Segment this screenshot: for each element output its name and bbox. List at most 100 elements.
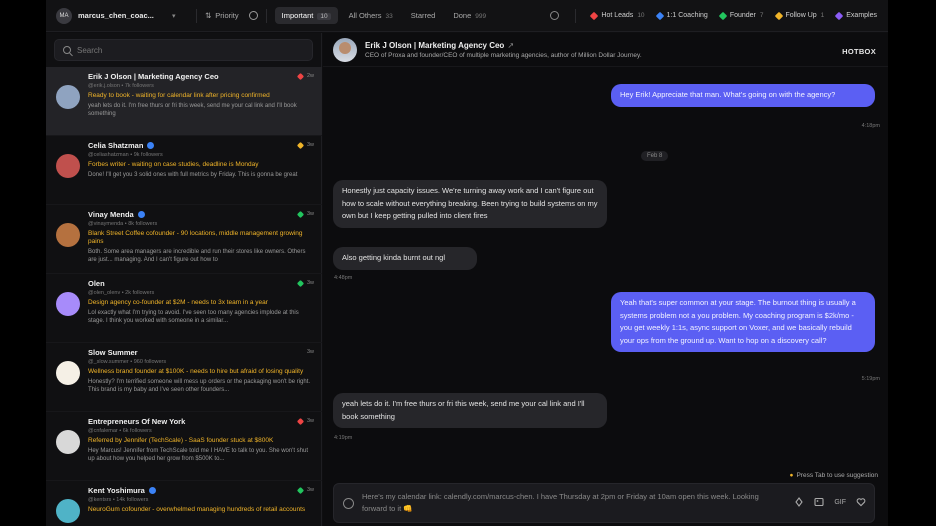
tag-icon bbox=[774, 11, 783, 20]
conversation-item[interactable]: Celia Shatzman @celiashatzman • 9k follow… bbox=[46, 136, 322, 205]
conversation-name: Kent Yoshimura bbox=[88, 486, 145, 495]
tab-done[interactable]: Done 999 bbox=[446, 7, 493, 24]
search-box[interactable] bbox=[54, 39, 313, 61]
label-hot-leads[interactable]: Hot Leads 10 bbox=[586, 11, 649, 20]
label-follow-up[interactable]: Follow Up 1 bbox=[771, 11, 830, 20]
conversation-name: Celia Shatzman bbox=[88, 141, 144, 150]
message-bubble-outgoing: Hey Erik! Appreciate that man. What's go… bbox=[611, 84, 875, 107]
conversation-meta: @_slow.summer • 960 followers bbox=[88, 359, 167, 365]
conversation-name-row: Kent Yoshimura bbox=[88, 486, 314, 495]
tab-important[interactable]: Important 10 bbox=[274, 7, 338, 24]
priority-label: Priority bbox=[215, 11, 239, 20]
conversation-time: 3w bbox=[306, 211, 314, 217]
message-bubble-incoming: Also getting kinda burnt out ngl bbox=[333, 247, 477, 270]
contact-avatar bbox=[56, 223, 80, 247]
message-input[interactable]: Here's my calendar link: calendly.com/ma… bbox=[362, 491, 774, 519]
conversation-name: Vinay Menda bbox=[88, 210, 134, 219]
contact-bio: CEO of Proxa and founder/CEO of multiple… bbox=[365, 51, 642, 59]
suggestion-hint: ● Press Tab to use suggestion bbox=[790, 472, 878, 479]
conversation-item[interactable]: Erik J Olson | Marketing Agency Ceo @erik… bbox=[46, 67, 322, 136]
conversation-name-row: Erik J Olson | Marketing Agency Ceo bbox=[88, 72, 314, 81]
conversation-time: 3w bbox=[306, 142, 314, 148]
label-flag-icon bbox=[296, 210, 305, 218]
date-divider: Feb 8 bbox=[641, 151, 669, 161]
message-bubble-incoming: Honestly just capacity issues. We're tur… bbox=[333, 180, 607, 228]
external-link-icon[interactable]: ↗ bbox=[507, 41, 514, 50]
conversation-status: 3w bbox=[296, 141, 314, 149]
account-avatar: MA bbox=[56, 7, 72, 24]
image-icon[interactable] bbox=[814, 497, 824, 507]
conversation-summary: Wellness brand founder at $100K - needs … bbox=[88, 368, 304, 375]
conversation-preview: Done! I'll get you 3 solid ones with ful… bbox=[88, 172, 298, 178]
divider bbox=[196, 8, 197, 23]
conversation-name-row: Celia Shatzman bbox=[88, 141, 314, 150]
tab-label: Important bbox=[281, 11, 314, 20]
gif-button[interactable]: GIF bbox=[834, 499, 846, 506]
priority-filter[interactable]: ⇅ Priority bbox=[205, 11, 239, 20]
label-examples[interactable]: Examples bbox=[831, 11, 882, 20]
voice-icon[interactable] bbox=[794, 497, 804, 507]
conversation-item[interactable]: Olen @olen_olenv • 2k followers Design age… bbox=[46, 274, 322, 343]
conversation-time: 3w bbox=[306, 280, 314, 286]
conversation-name-row: Vinay Menda bbox=[88, 210, 314, 219]
label-filters: Hot Leads 10 1:1 Coaching Founder 7 Follow… bbox=[550, 8, 882, 23]
conversation-name-row: Entrepreneurs Of New York bbox=[88, 417, 314, 426]
conversation-name-row: Olen bbox=[88, 279, 314, 288]
tab-count: 999 bbox=[475, 13, 487, 20]
label-flag-icon bbox=[296, 417, 305, 425]
message-timestamp: 4:48pm bbox=[334, 275, 353, 281]
label-founder[interactable]: Founder 7 bbox=[715, 11, 769, 20]
suggestion-hint-text: Press Tab to use suggestion bbox=[796, 472, 878, 479]
conversation-time: 3w bbox=[306, 349, 314, 355]
label-text: Follow Up bbox=[785, 12, 817, 19]
heart-icon[interactable] bbox=[856, 497, 866, 507]
contact-name: Erik J Olson | Marketing Agency Ceo bbox=[365, 40, 505, 50]
tab-all-others[interactable]: All Others 33 bbox=[342, 7, 400, 24]
tab-starred[interactable]: Starred bbox=[404, 7, 443, 24]
contact-avatar[interactable] bbox=[333, 37, 357, 62]
tag-icon bbox=[655, 11, 664, 20]
label-flag-icon bbox=[296, 141, 305, 149]
tag-icon bbox=[835, 11, 844, 20]
label-count: 7 bbox=[759, 12, 764, 19]
conversation-status: 3w bbox=[296, 210, 314, 218]
conversation-list: Erik J Olson | Marketing Agency Ceo @erik… bbox=[46, 67, 322, 526]
label-1-1-coaching[interactable]: 1:1 Coaching bbox=[652, 11, 713, 20]
conversation-meta: @vinaymenda • 8k followers bbox=[88, 221, 158, 227]
message-timestamp: 5:19pm bbox=[861, 376, 880, 382]
verified-badge-icon bbox=[147, 142, 155, 149]
conversation-time: 3w bbox=[306, 487, 314, 493]
conversation-status: 2w bbox=[296, 72, 314, 80]
tab-label: Done bbox=[453, 11, 472, 20]
conversation-preview: Honestly? I'm terrified someone will mes… bbox=[88, 379, 311, 393]
refresh-icon[interactable] bbox=[550, 11, 560, 20]
chat-header: Erik J Olson | Marketing Agency Ceo ↗ CEO… bbox=[323, 33, 888, 67]
conversation-item[interactable]: Entrepreneurs Of New York @cnfalemar • 6k… bbox=[46, 412, 322, 481]
contact-avatar bbox=[56, 499, 80, 523]
message-timestamp: 4:19pm bbox=[334, 435, 353, 441]
bulb-icon: ● bbox=[789, 472, 794, 479]
account-name: marcus_chen_coac... bbox=[78, 11, 154, 20]
contact-name-row[interactable]: Erik J Olson | Marketing Agency Ceo ↗ bbox=[365, 41, 642, 50]
emoji-icon[interactable] bbox=[343, 498, 354, 509]
divider bbox=[265, 8, 267, 23]
conversation-item[interactable]: Vinay Menda @vinaymenda • 8k followers Bla… bbox=[46, 205, 322, 274]
label-count: 10 bbox=[637, 12, 645, 19]
search-input[interactable] bbox=[77, 45, 297, 55]
tab-count: 33 bbox=[385, 13, 393, 20]
conversation-name: Erik J Olson | Marketing Agency Ceo bbox=[88, 72, 219, 81]
conversation-item[interactable]: Slow Summer @_slow.summer • 960 followers… bbox=[46, 343, 322, 412]
account-switcher[interactable]: MA marcus_chen_coac... ▾ bbox=[56, 7, 188, 24]
conversation-preview: Both. Some area managers are incredible … bbox=[88, 249, 306, 263]
contact-avatar bbox=[56, 85, 80, 109]
clock-icon[interactable] bbox=[248, 11, 258, 20]
app-window: MA marcus_chen_coac... ▾ ⇅ Priority Impo… bbox=[46, 0, 888, 526]
sort-icon: ⇅ bbox=[205, 11, 212, 20]
search-icon bbox=[63, 46, 71, 54]
conversation-item[interactable]: Kent Yoshimura @kentsrs • 14k followers Ne… bbox=[46, 481, 322, 526]
conversation-preview: yeah lets do it. I'm free thurs or fri t… bbox=[88, 103, 297, 117]
conversation-name: Olen bbox=[88, 279, 105, 288]
conversation-preview: Lol exactly what I'm trying to avoid. I'… bbox=[88, 310, 299, 324]
conversation-meta: @erik.j.olson • 7k followers bbox=[88, 83, 154, 89]
chevron-down-icon: ▾ bbox=[172, 12, 176, 20]
